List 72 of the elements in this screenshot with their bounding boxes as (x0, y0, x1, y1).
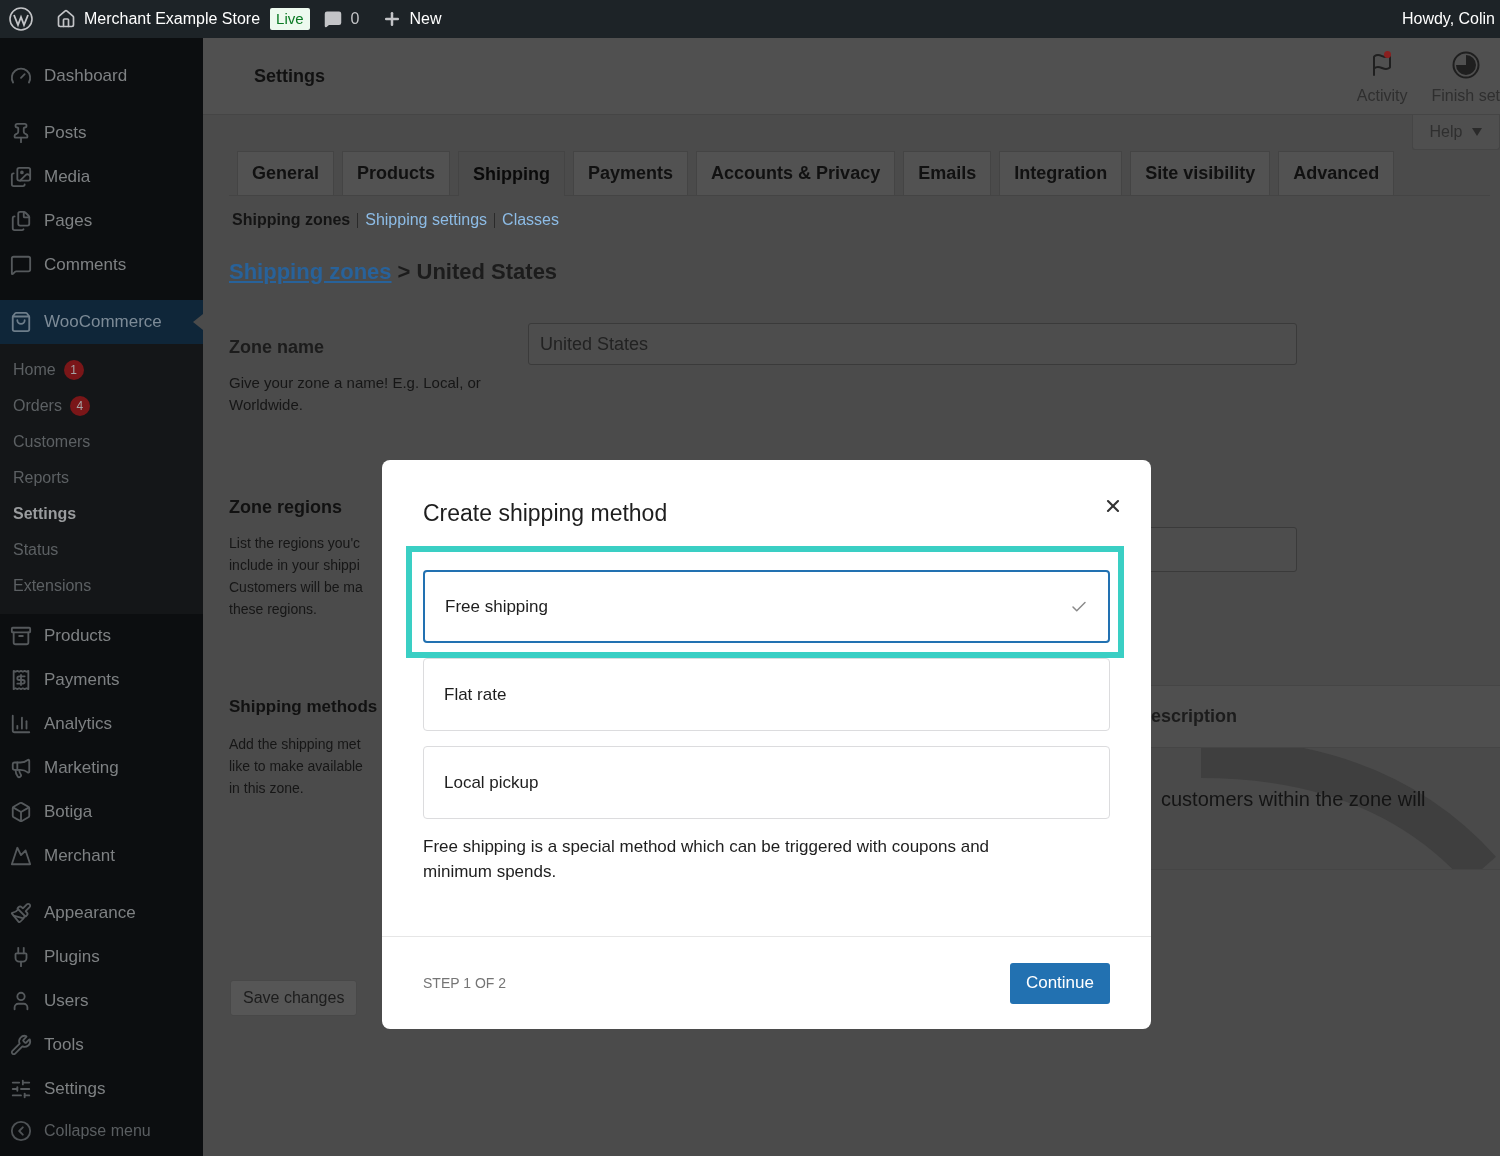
settings-tab[interactable]: Accounts & Privacy (696, 151, 896, 195)
field-label: Zone regions (229, 496, 342, 519)
menu-icon (10, 311, 32, 333)
settings-tab[interactable]: Integration (999, 151, 1123, 195)
subnav-link[interactable]: Classes (502, 208, 559, 232)
settings-tab[interactable]: Products (342, 151, 451, 195)
sidebar-item[interactable]: Posts (0, 111, 203, 155)
logo-icon[interactable] (9, 7, 33, 31)
new-link[interactable]: New (409, 7, 442, 31)
sidebar-item[interactable]: Settings (0, 1067, 203, 1111)
submenu-item[interactable]: Status (0, 532, 203, 568)
menu-icon (10, 210, 32, 232)
settings-tab[interactable]: Advanced (1278, 151, 1395, 195)
sidebar-item[interactable]: Analytics (0, 702, 203, 746)
menu-icon (10, 1078, 32, 1100)
field-label: Shipping methods (229, 696, 378, 718)
menu-icon (10, 713, 32, 735)
sidebar-item[interactable]: Comments (0, 243, 203, 287)
site-name-link[interactable]: Merchant Example Store (84, 7, 261, 31)
sidebar-item[interactable]: Merchant (0, 834, 203, 878)
submenu-item[interactable]: Home 1 (0, 352, 203, 388)
progress-icon (1451, 51, 1480, 79)
count-badge: 1 (63, 360, 84, 380)
home-icon[interactable] (56, 9, 76, 29)
sidebar-item[interactable]: Payments (0, 658, 203, 702)
comment-icon[interactable] (323, 10, 342, 28)
settings-tab[interactable]: Payments (573, 151, 689, 195)
menu-icon (10, 757, 32, 779)
menu-icon (10, 166, 32, 188)
settings-tab[interactable]: General (237, 151, 335, 195)
sidebar-item[interactable]: WooCommerce (0, 300, 203, 344)
menu-icon (10, 845, 32, 867)
caret-icon (1472, 128, 1483, 136)
subnav-link[interactable]: Shipping settings (365, 208, 488, 232)
sidebar-item[interactable]: Users (0, 979, 203, 1023)
sidebar-item[interactable]: Dashboard (0, 54, 203, 98)
method-option[interactable]: Free shipping (423, 570, 1110, 643)
collapse-icon (10, 1120, 32, 1142)
continue-button[interactable]: Continue (1009, 962, 1110, 1004)
settings-tab[interactable]: Shipping (458, 151, 566, 196)
submenu-item[interactable]: Reports (0, 460, 203, 496)
method-description: Free shipping is a special method which can be triggered with coupons and minimum spends. (423, 836, 991, 883)
submenu-item[interactable]: Settings (0, 496, 203, 532)
comment-count: 0 (350, 9, 360, 29)
sidebar-item[interactable]: Marketing (0, 746, 203, 790)
sidebar-item[interactable]: Media (0, 155, 203, 199)
sidebar-item[interactable]: Plugins (0, 935, 203, 979)
submenu-item[interactable]: Customers (0, 424, 203, 460)
dialog-title: Create shipping method (423, 499, 669, 528)
sidebar-item[interactable]: Botiga (0, 790, 203, 834)
sidebar-item[interactable]: Tools (0, 1023, 203, 1067)
submenu-item[interactable]: Extensions (0, 568, 203, 604)
page-title: Settings (254, 64, 325, 88)
greeting-link[interactable]: Howdy, Colin (1401, 7, 1495, 31)
settings-tab[interactable]: Site visibility (1130, 151, 1271, 195)
live-badge: Live (270, 8, 310, 30)
menu-icon (10, 1034, 32, 1056)
method-option[interactable]: Local pickup (423, 746, 1110, 819)
menu-icon (10, 254, 32, 276)
count-badge: 4 (69, 396, 90, 416)
step-indicator: STEP 1 OF 2 (423, 973, 506, 993)
collapse-menu-button[interactable]: Collapse menu (0, 1111, 203, 1151)
menu-icon (10, 902, 32, 924)
menu-icon (10, 669, 32, 691)
sidebar-item[interactable]: Pages (0, 199, 203, 243)
menu-icon (10, 625, 32, 647)
menu-icon (10, 801, 32, 823)
settings-tab[interactable]: Emails (903, 151, 992, 195)
method-option[interactable]: Flat rate (423, 658, 1110, 731)
sidebar-item[interactable]: Products (0, 614, 203, 658)
submenu-item[interactable]: Orders 4 (0, 388, 203, 424)
sidebar-item[interactable]: Appearance (0, 891, 203, 935)
